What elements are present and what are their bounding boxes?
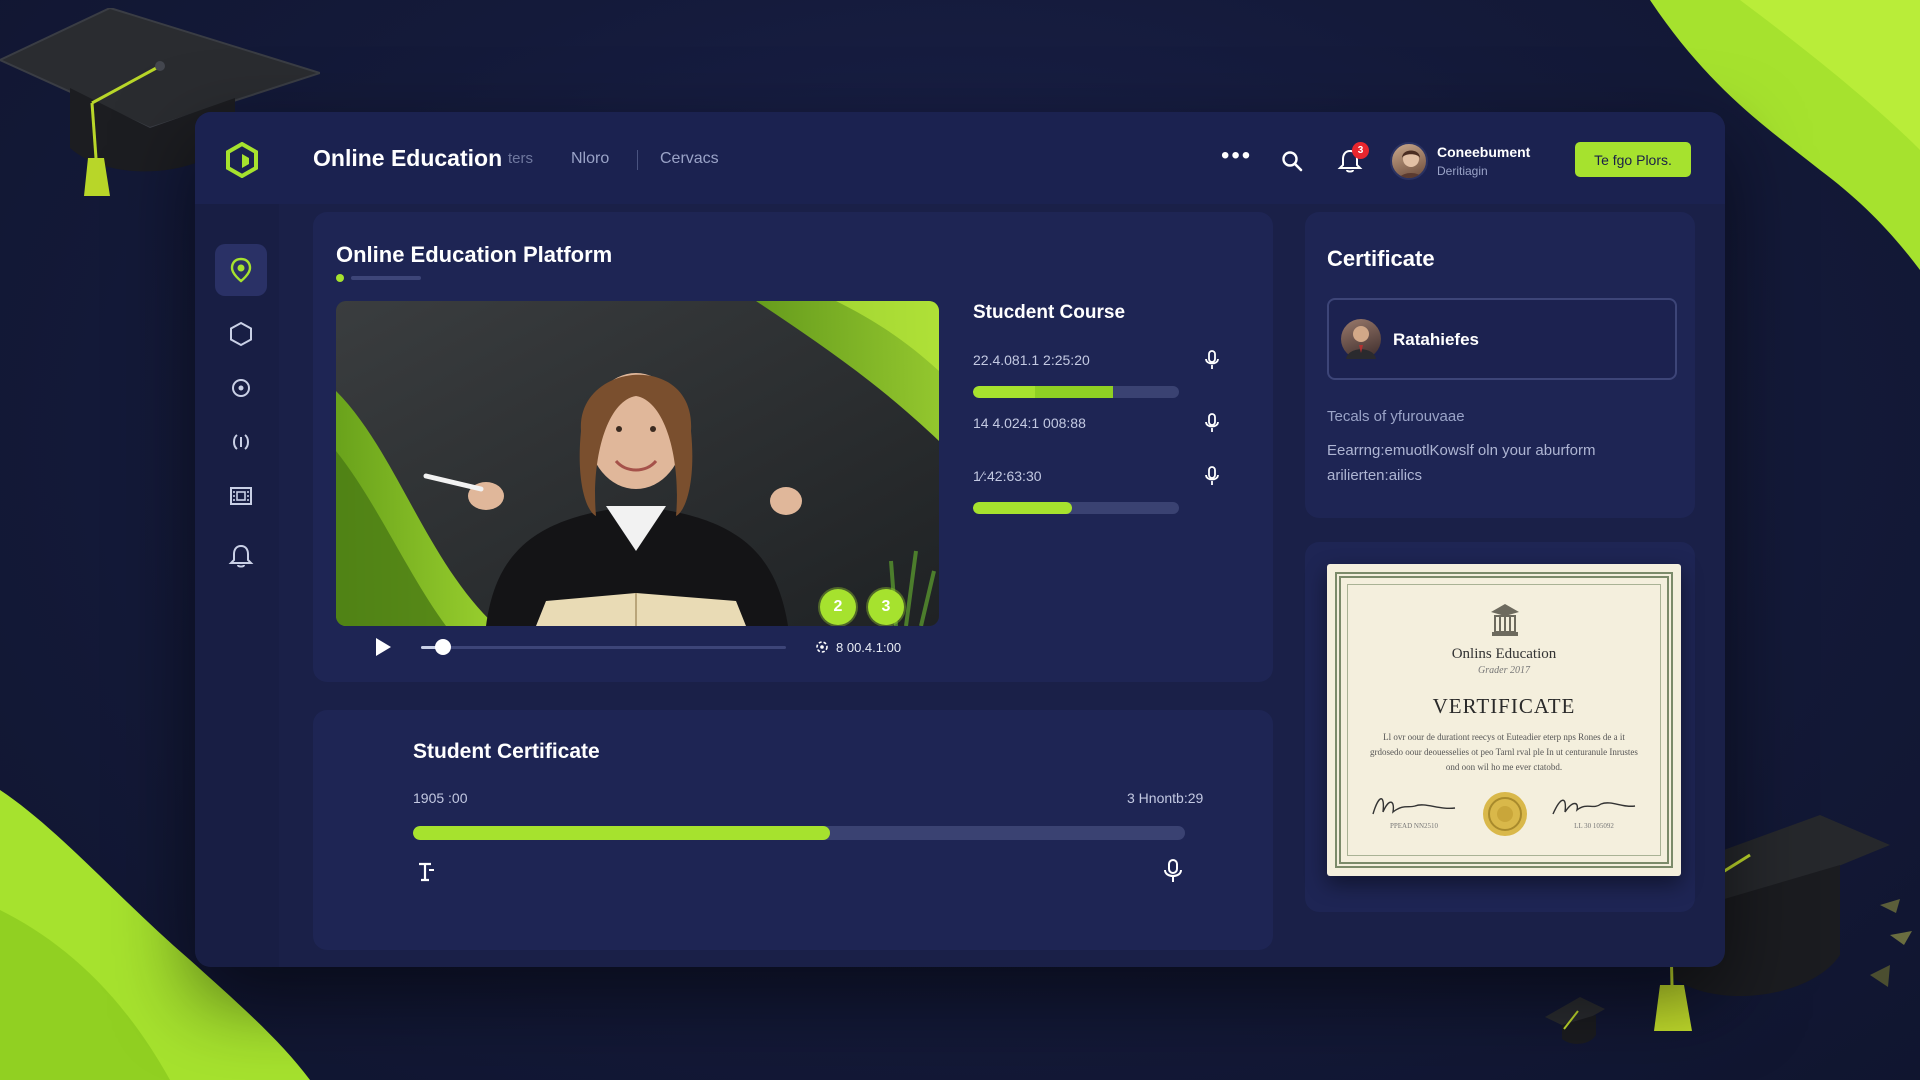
primary-action-button[interactable]: Te fgo Plors. <box>1575 142 1691 177</box>
film-icon <box>230 487 252 505</box>
signature-right <box>1552 799 1636 815</box>
course-row-time: 14 4.024:1 008:88 <box>973 415 1086 431</box>
crest-icon <box>1491 604 1519 636</box>
sidebar <box>195 204 279 967</box>
gold-seal-icon <box>1483 792 1527 836</box>
video-controls: 8 00.4.1:00 <box>336 632 939 662</box>
sidebar-item-location[interactable] <box>215 244 267 296</box>
student-certificate-title: Student Certificate <box>413 740 600 763</box>
microphone-icon[interactable] <box>1203 412 1221 434</box>
recipient-name: Ratahiefes <box>1393 330 1479 349</box>
sidebar-item-notifications[interactable] <box>215 530 267 582</box>
microphone-icon[interactable] <box>1203 465 1221 487</box>
hexagon-icon <box>230 321 252 347</box>
video-time: 8 00.4.1:00 <box>836 640 902 655</box>
certificate-description: Eearrng:emuotlKowslf oln your aburform a… <box>1327 442 1599 484</box>
signature-left-label: PPEAD NN2510 <box>1389 822 1439 830</box>
certificate-recipient-card[interactable]: Ratahiefes <box>1327 298 1677 380</box>
top-bar: Online Education ters Nloro Cervacs ••• … <box>195 112 1725 204</box>
sidebar-item-audio[interactable] <box>215 416 267 468</box>
document-body: Ll ovr oour de durationt reecys ot Eutea… <box>1370 732 1638 772</box>
video-marker-badge[interactable]: 3 <box>868 589 904 625</box>
play-icon[interactable] <box>374 637 392 657</box>
video-marker-badge[interactable]: 2 <box>820 589 856 625</box>
certificate-panel: Certificate Ratahiefes Tecals of yfurouv… <box>1305 212 1695 518</box>
nav-item-2[interactable]: Nloro <box>571 150 609 168</box>
sidebar-item-record[interactable] <box>215 362 267 414</box>
bell-icon <box>228 544 254 568</box>
microphone-icon[interactable] <box>1203 349 1221 371</box>
seek-handle[interactable] <box>434 639 451 655</box>
recipient-avatar <box>1341 319 1381 359</box>
course-progress-track <box>973 502 1179 514</box>
app-window: Online Education ters Nloro Cervacs ••• … <box>195 112 1725 967</box>
student-certificate-progress-track[interactable] <box>413 826 1185 840</box>
user-avatar[interactable] <box>1390 142 1428 180</box>
user-role: Deritiagin <box>1437 164 1488 178</box>
certificate-document[interactable]: Onlins Education Grader 2017 VERTIFICATE… <box>1327 564 1681 876</box>
video-player[interactable]: 2 3 <box>336 301 939 626</box>
search-icon[interactable] <box>1281 150 1303 172</box>
brand-title: Online Education <box>313 145 503 171</box>
student-certificate-progress-fill <box>413 826 830 840</box>
course-title: Stucdent Course <box>973 302 1126 323</box>
seek-bar[interactable] <box>421 646 786 649</box>
course-progress-fill <box>973 502 1072 514</box>
microphone-icon[interactable] <box>1161 858 1185 884</box>
audio-icon <box>233 434 249 450</box>
user-name: Coneebument <box>1437 144 1531 160</box>
location-pin-icon <box>230 257 252 283</box>
signature-left <box>1372 798 1456 815</box>
course-progress-track <box>973 386 1179 398</box>
settings-icon[interactable] <box>814 639 830 655</box>
panel-title: Online Education Platform <box>336 242 613 267</box>
sidebar-item-hexagon[interactable] <box>215 308 267 360</box>
graduation-cap-icon <box>1540 987 1610 1052</box>
student-certificate-panel: Student Certificate 1905 :00 3 Hnontb:29 <box>313 710 1273 950</box>
brand-logo-icon[interactable] <box>225 142 259 178</box>
student-certificate-start: 1905 :00 <box>413 790 468 806</box>
nav-divider <box>637 150 638 170</box>
document-heading: VERTIFICATE <box>1432 694 1576 718</box>
certificate-title: Certificate <box>1327 246 1435 271</box>
more-options-icon[interactable]: ••• <box>1221 142 1252 170</box>
decor-fragments <box>1860 895 1920 1020</box>
course-row-time: 22.4.081.1 2:25:20 <box>973 352 1090 368</box>
document-org: Onlins Education <box>1451 646 1557 662</box>
student-certificate-end: 3 Hnontb:29 <box>1127 790 1204 806</box>
nav-item-3[interactable]: Cervacs <box>660 150 719 168</box>
notification-badge: 3 <box>1352 142 1369 159</box>
platform-panel: Online Education Platform 2 3 8 00.4.1:0… <box>313 212 1273 682</box>
certificate-document-panel: Onlins Education Grader 2017 VERTIFICATE… <box>1305 542 1695 912</box>
course-progress-segment <box>1034 386 1114 398</box>
text-cursor-icon[interactable] <box>413 860 437 884</box>
signature-right-label: LL 30 105092 <box>1574 822 1614 830</box>
course-row-time: 1⁄:42:63:30 <box>973 468 1042 484</box>
certificate-subtitle: Tecals of yfurouvaae <box>1327 408 1465 425</box>
record-icon <box>232 379 250 397</box>
nav-item-1[interactable]: ters <box>508 150 533 167</box>
video-thumbnail <box>336 301 939 626</box>
sidebar-item-film[interactable] <box>215 470 267 522</box>
document-year: Grader 2017 <box>1478 665 1530 676</box>
